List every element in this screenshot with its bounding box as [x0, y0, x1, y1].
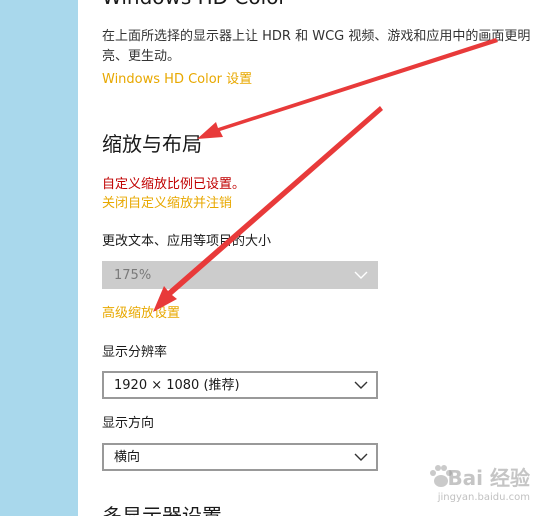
- watermark-url: jingyan.baidu.com: [437, 492, 530, 503]
- custom-scaling-warning: 自定义缩放比例已设置。: [102, 177, 246, 192]
- resolution-dropdown-value: 1920 × 1080 (推荐): [114, 378, 240, 393]
- hdr-settings-link[interactable]: Windows HD Color 设置: [102, 71, 252, 89]
- orientation-label: 显示方向: [102, 416, 155, 431]
- sidebar: [0, 0, 78, 516]
- text-size-label: 更改文本、应用等项目的大小: [102, 234, 272, 249]
- resolution-dropdown[interactable]: 1920 × 1080 (推荐): [102, 371, 378, 399]
- advanced-scaling-link[interactable]: 高级缩放设置: [102, 305, 180, 323]
- baidu-watermark: Bai 经验 jingyan.baidu.com: [424, 464, 534, 510]
- hdr-description: 在上面所选择的显示器上让 HDR 和 WCG 视频、游戏和应用中的画面更明亮、更…: [102, 29, 531, 64]
- display-settings-content: Windows HD Color 在上面所选择的显示器上让 HDR 和 WCG …: [78, 0, 540, 516]
- disable-custom-scaling-link[interactable]: 关闭自定义缩放并注销: [102, 195, 232, 213]
- orientation-dropdown-value: 横向: [114, 450, 141, 465]
- chevron-down-icon: [354, 271, 368, 279]
- scale-dropdown-value: 175%: [114, 268, 152, 283]
- resolution-label: 显示分辨率: [102, 345, 168, 360]
- chevron-down-icon: [354, 381, 368, 389]
- watermark-logo-text: Bai 经验: [447, 466, 530, 490]
- orientation-dropdown[interactable]: 横向: [102, 443, 378, 471]
- scale-dropdown: 175%: [102, 261, 378, 289]
- chevron-down-icon: [354, 453, 368, 461]
- scale-layout-title: 缩放与布局: [102, 132, 202, 156]
- hdr-heading: Windows HD Color: [102, 0, 287, 9]
- settings-window: Windows HD Color 在上面所选择的显示器上让 HDR 和 WCG …: [0, 0, 540, 516]
- multi-display-heading: 多显示器设置: [102, 504, 222, 516]
